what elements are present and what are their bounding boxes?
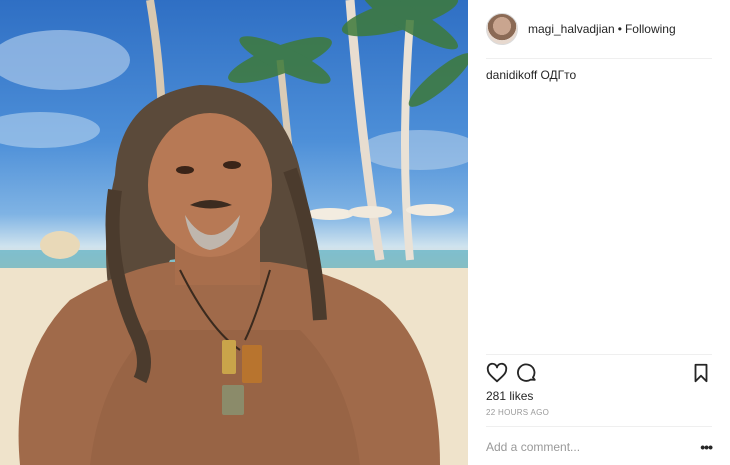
following-button[interactable]: Following xyxy=(625,22,676,36)
post-sidebar: magi_halvadjian • Following danidikoff ОДГ… xyxy=(468,0,730,465)
comment-icon[interactable] xyxy=(516,362,538,384)
actions-divider xyxy=(486,354,712,355)
header-divider xyxy=(486,58,712,59)
post-timestamp: 22 HOURS AGO xyxy=(486,408,550,417)
likes-count[interactable]: 281 likes xyxy=(486,389,533,403)
post-header: magi_halvadjian • Following xyxy=(486,12,676,46)
username-link[interactable]: magi_halvadjian xyxy=(528,22,615,36)
bookmark-icon[interactable] xyxy=(690,362,712,384)
comment-row: ••• xyxy=(486,438,713,456)
header-user-line: magi_halvadjian • Following xyxy=(528,22,676,36)
avatar[interactable] xyxy=(486,13,518,45)
comment-divider xyxy=(486,426,712,427)
action-bar xyxy=(486,360,712,386)
post-photo[interactable] xyxy=(0,0,468,465)
more-options-icon[interactable]: ••• xyxy=(700,439,713,455)
heart-icon[interactable] xyxy=(486,362,508,384)
post-caption: danidikoff ОДГто xyxy=(486,68,577,82)
comment-input[interactable] xyxy=(486,440,676,454)
beach-portrait-image xyxy=(0,0,468,465)
separator-dot: • xyxy=(617,22,622,36)
